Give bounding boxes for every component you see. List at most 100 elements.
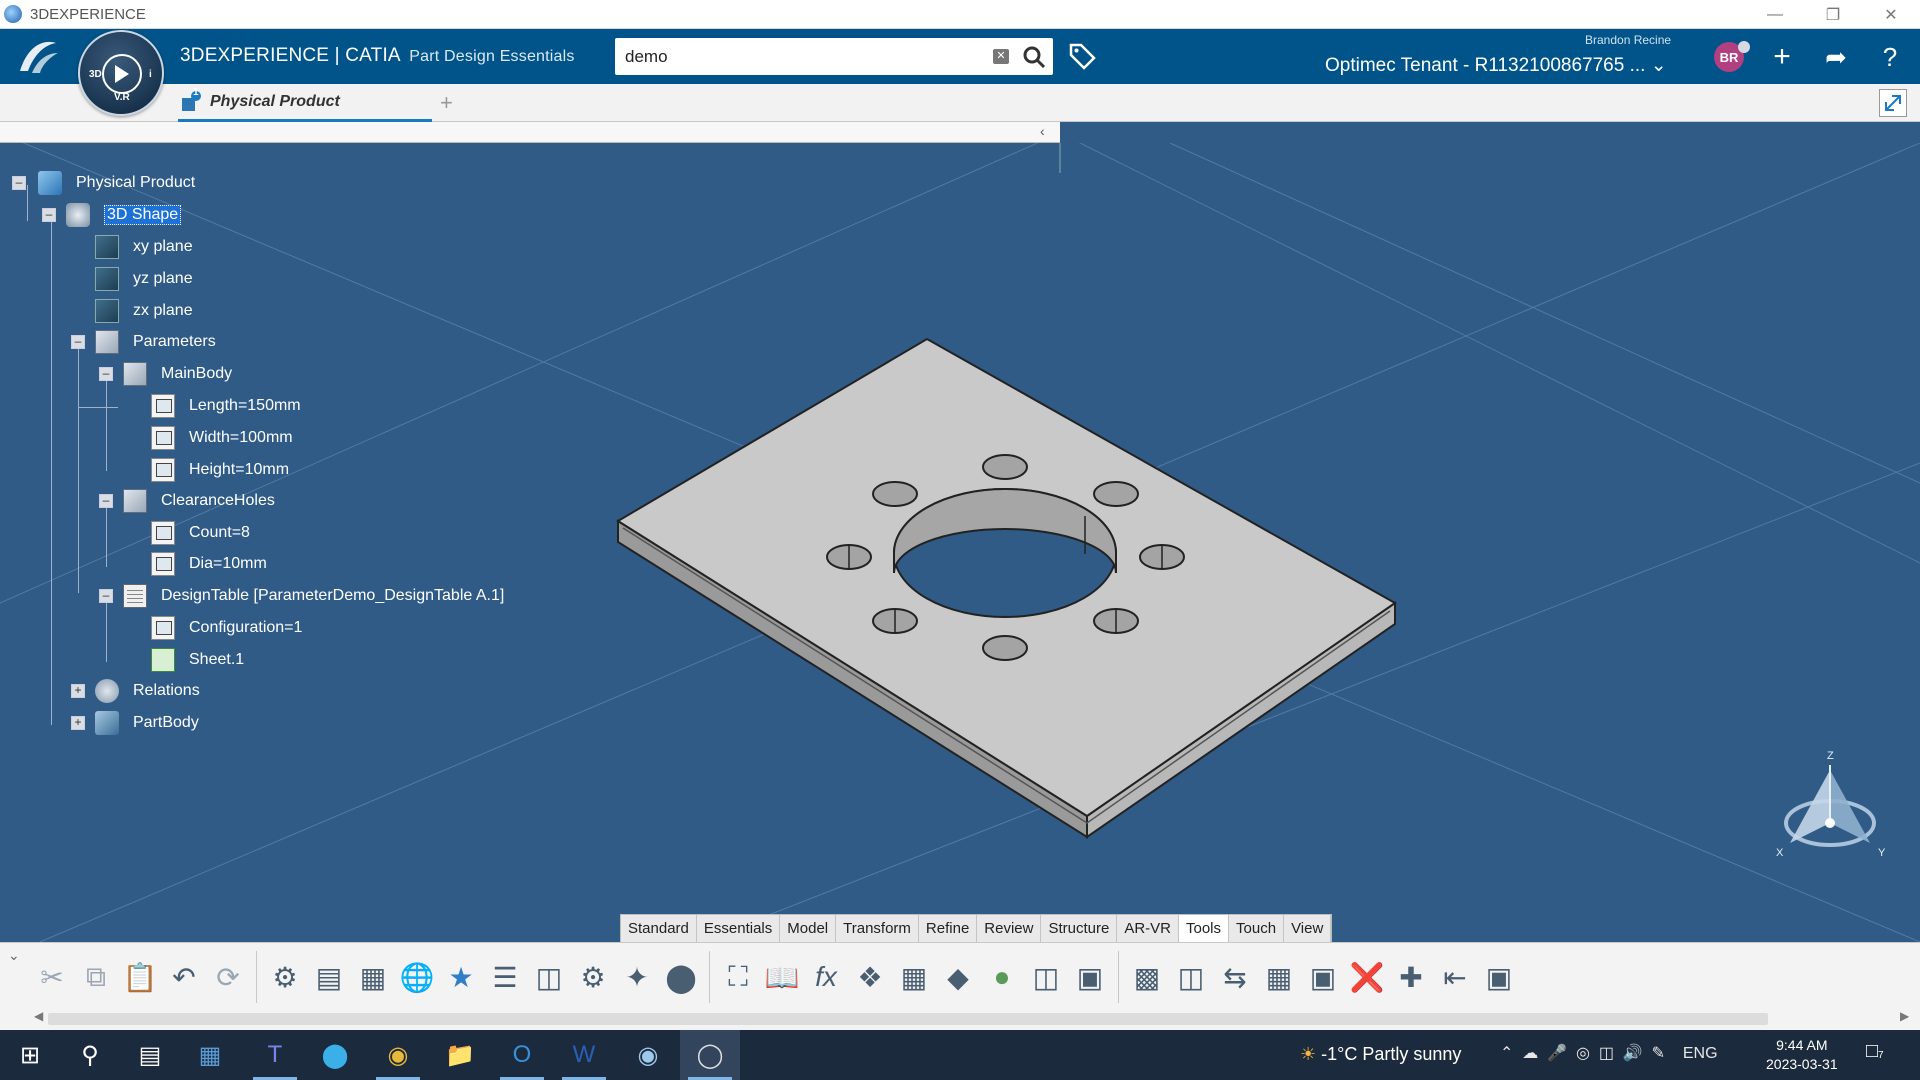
- update-icon[interactable]: ⟳: [206, 955, 250, 999]
- tab-essentials[interactable]: Essentials: [697, 915, 781, 942]
- publish-icon[interactable]: ▩: [1125, 955, 1169, 999]
- notification-icon[interactable]: □ 7: [1866, 1040, 1896, 1070]
- tree-node-height[interactable]: Height=10mm: [151, 455, 289, 485]
- tree-node-count[interactable]: Count=8: [151, 518, 250, 548]
- share-icon[interactable]: ➦: [1820, 41, 1852, 73]
- collapse-icon[interactable]: –: [71, 335, 85, 349]
- close-button[interactable]: ✕: [1862, 0, 1920, 29]
- tenant-selector[interactable]: Optimec Tenant - R1132100867765 ... ⌄: [1325, 54, 1667, 77]
- 3dexperience-taskbar-icon[interactable]: ◉: [618, 1030, 678, 1080]
- assembly-icon[interactable]: ▣: [1477, 955, 1521, 999]
- wand-icon[interactable]: ✦: [615, 955, 659, 999]
- orientation-triad[interactable]: Z X Y: [1770, 750, 1890, 865]
- dassault-logo-icon[interactable]: [14, 35, 62, 79]
- language-indicator[interactable]: ENG: [1683, 1045, 1718, 1062]
- measure-icon[interactable]: ⛶: [716, 955, 760, 999]
- start-icon[interactable]: ⊞: [0, 1030, 60, 1080]
- tab-transform[interactable]: Transform: [836, 915, 919, 942]
- tab-view[interactable]: View: [1284, 915, 1332, 942]
- tree-node-length[interactable]: Length=150mm: [151, 391, 301, 421]
- axis-icon[interactable]: ✚: [1389, 955, 1433, 999]
- tree-node-dia[interactable]: Dia=10mm: [151, 549, 267, 579]
- add-tab-button[interactable]: +: [440, 90, 453, 116]
- edge-icon[interactable]: ⬤: [305, 1030, 365, 1080]
- system-tray[interactable]: ⌃ ☁ 🎤 ◎ ◫ 🔊 ✎ ENG: [1500, 1043, 1718, 1063]
- exchange-icon[interactable]: ⇆: [1213, 955, 1257, 999]
- search-box[interactable]: ✕: [615, 38, 1053, 75]
- tab-model[interactable]: Model: [780, 915, 837, 942]
- file-explorer-alt-icon[interactable]: ▦: [180, 1030, 240, 1080]
- minimize-button[interactable]: —: [1746, 0, 1804, 29]
- parameters-tool-icon[interactable]: ◫: [1024, 955, 1068, 999]
- tree-node-xy-plane[interactable]: xy plane: [95, 232, 193, 262]
- tree-node-sheet[interactable]: Sheet.1: [151, 645, 244, 675]
- folder-icon[interactable]: 📁: [430, 1030, 490, 1080]
- tree-node-width[interactable]: Width=100mm: [151, 423, 293, 453]
- copy-icon[interactable]: ⧉: [74, 955, 118, 999]
- tree-node-zx-plane[interactable]: zx plane: [95, 296, 193, 326]
- delete-icon[interactable]: ❌: [1345, 955, 1389, 999]
- scroll-left-icon[interactable]: ◀: [34, 1009, 43, 1023]
- tab-tools[interactable]: Tools: [1179, 915, 1230, 942]
- chrome-icon[interactable]: ◉: [368, 1030, 428, 1080]
- add-icon[interactable]: +: [1766, 40, 1798, 73]
- design-table-tool-icon[interactable]: ▦: [892, 955, 936, 999]
- obs-icon[interactable]: ◯: [680, 1030, 740, 1080]
- cube-icon[interactable]: ▣: [1068, 955, 1112, 999]
- undo-icon[interactable]: ↶: [162, 955, 206, 999]
- tree-node-configuration[interactable]: Configuration=1: [151, 613, 302, 643]
- outlook-icon[interactable]: O: [492, 1030, 552, 1080]
- clock[interactable]: 9:44 AM 2023-03-31: [1766, 1036, 1838, 1074]
- clear-search-icon[interactable]: ✕: [993, 49, 1009, 64]
- tab-physical-product[interactable]: 1 Physical Product: [178, 84, 432, 122]
- tab-touch[interactable]: Touch: [1229, 915, 1285, 942]
- collapse-icon[interactable]: –: [42, 208, 56, 222]
- search-taskbar-icon[interactable]: ⚲: [60, 1030, 120, 1080]
- check-icon[interactable]: ●: [980, 955, 1024, 999]
- paste-icon[interactable]: 📋: [118, 955, 162, 999]
- formula-icon[interactable]: fx: [804, 955, 848, 999]
- horizontal-scrollbar[interactable]: [48, 1013, 1768, 1025]
- scroll-right-icon[interactable]: ▶: [1900, 1009, 1909, 1023]
- tab-review[interactable]: Review: [977, 915, 1042, 942]
- graph-icon[interactable]: ◫: [527, 955, 571, 999]
- rendering-icon[interactable]: ⚙: [263, 955, 307, 999]
- tab-structure[interactable]: Structure: [1041, 915, 1118, 942]
- tree-node-designtable[interactable]: – DesignTable [ParameterDemo_DesignTable…: [99, 581, 504, 611]
- part-icon[interactable]: ▦: [1257, 955, 1301, 999]
- globe-icon[interactable]: 🌐: [395, 955, 439, 999]
- word-icon[interactable]: W: [554, 1030, 614, 1080]
- collapse-panel-icon[interactable]: ‹: [1040, 123, 1045, 139]
- play-icon[interactable]: [115, 65, 129, 83]
- chevron-down-icon[interactable]: ⌄: [8, 947, 20, 964]
- compass-widget[interactable]: 3D i V.R: [78, 30, 164, 116]
- tab-standard[interactable]: Standard: [621, 915, 697, 942]
- monitor-icon[interactable]: ◫: [1169, 955, 1213, 999]
- rule-icon[interactable]: ◆: [936, 955, 980, 999]
- tree-node-mainbody[interactable]: – MainBody: [99, 359, 232, 389]
- tab-ar-vr[interactable]: AR-VR: [1117, 915, 1179, 942]
- cut-icon[interactable]: ✂: [30, 955, 74, 999]
- tag-icon[interactable]: [1067, 41, 1097, 71]
- fullscreen-icon[interactable]: [1879, 89, 1907, 117]
- settings-icon[interactable]: ⚙: [571, 955, 615, 999]
- knowledge-icon[interactable]: ❖: [848, 955, 892, 999]
- collapse-icon[interactable]: –: [99, 367, 113, 381]
- task-view-icon[interactable]: ▤: [120, 1030, 180, 1080]
- collapse-icon[interactable]: –: [99, 589, 113, 603]
- scan-icon[interactable]: ▣: [1301, 955, 1345, 999]
- expand-icon[interactable]: +: [71, 684, 85, 698]
- tree-node-clearanceholes[interactable]: – ClearanceHoles: [99, 486, 275, 516]
- tree-node-physical-product[interactable]: – Physical Product: [12, 168, 195, 198]
- collapse-icon[interactable]: –: [99, 494, 113, 508]
- favorite-icon[interactable]: ★: [439, 955, 483, 999]
- tab-refine[interactable]: Refine: [919, 915, 978, 942]
- collapse-icon[interactable]: –: [12, 176, 26, 190]
- import-icon[interactable]: ⇤: [1433, 955, 1477, 999]
- search-input[interactable]: [615, 38, 975, 75]
- edit-properties-icon[interactable]: ▤: [307, 955, 351, 999]
- tree-node-relations[interactable]: + Relations: [71, 676, 200, 706]
- list-icon[interactable]: ☰: [483, 955, 527, 999]
- tree-node-yz-plane[interactable]: yz plane: [95, 264, 193, 294]
- teams-icon[interactable]: T: [245, 1030, 305, 1080]
